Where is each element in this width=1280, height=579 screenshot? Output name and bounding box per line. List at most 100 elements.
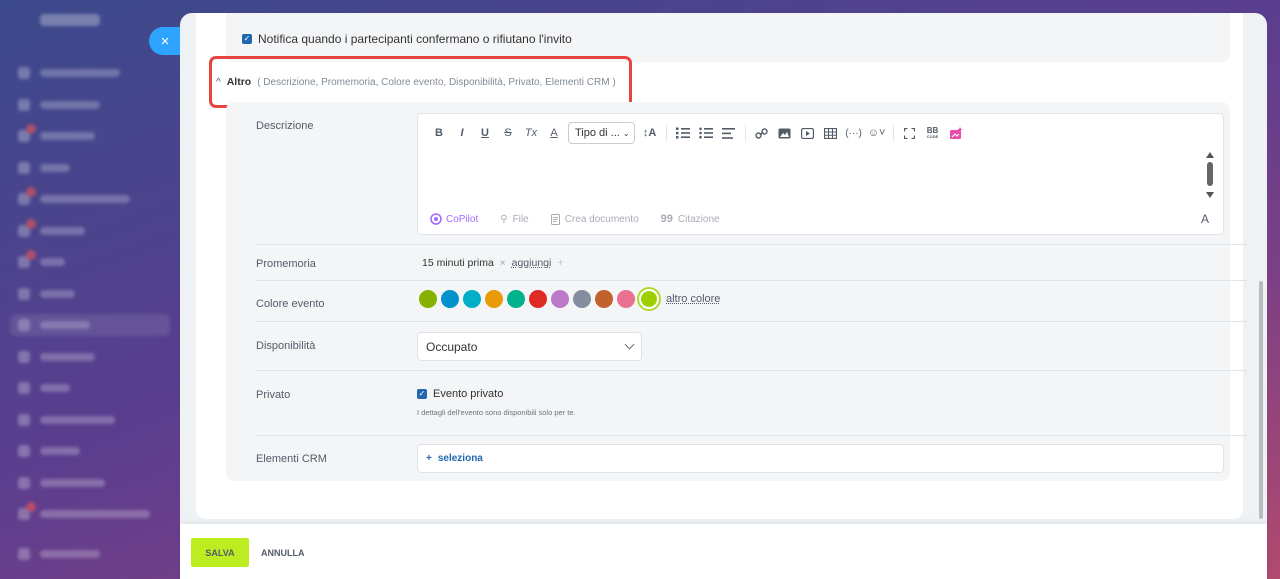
save-button[interactable]: SALVA [191,538,249,567]
color-swatch[interactable] [617,290,635,308]
divider [256,280,1247,281]
smiley-icon[interactable]: ☺˅ [868,123,886,143]
background-menu-item [18,319,90,331]
close-icon: × [160,32,170,50]
notify-label: Notifica quando i partecipanti conferman… [258,32,572,46]
copilot-icon [430,213,442,225]
file-button[interactable]: ⚲ File [500,214,528,225]
color-swatch[interactable] [573,290,591,308]
strikethrough-button[interactable]: S [499,123,517,143]
background-menu-item [18,502,150,520]
clear-format-button[interactable]: Tx [522,123,540,143]
private-checkbox-label: Evento privato [433,388,504,400]
video-icon[interactable] [799,123,817,143]
notify-participants-option[interactable]: ✓ Notifica quando i partecipanti conferm… [242,32,572,46]
color-swatch[interactable] [551,290,569,308]
quote-label: Citazione [677,213,720,225]
divider [256,244,1247,245]
close-slider-button[interactable]: × [149,27,181,55]
event-form-card: ✓ Notifica quando i partecipanti conferm… [196,13,1247,519]
altro-section-toggle[interactable]: ^ Altro ( Descrizione, Promemoria, Color… [216,76,616,88]
notify-checkbox[interactable]: ✓ [242,34,252,44]
italic-button[interactable]: I [453,123,471,143]
editor-scrollbar[interactable] [1205,152,1215,202]
create-document-button[interactable]: Crea documento [550,213,639,225]
reminder-value: 15 minuti prima [422,257,494,269]
event-color-picker: altro colore [419,289,720,309]
color-swatch[interactable] [419,290,437,308]
toolbar-toggle-button[interactable]: A [1201,212,1209,226]
availability-label: Disponibilità [256,340,316,352]
crm-select-field[interactable]: + seleziona [417,444,1224,473]
chevron-down-icon [624,339,635,350]
fullscreen-icon[interactable] [901,123,919,143]
paragraph-style-value: Tipo di ... [575,127,620,139]
create-document-label: Crea documento [564,213,639,225]
description-label: Descrizione [256,120,314,132]
color-swatch[interactable] [639,289,659,309]
paragraph-style-select[interactable]: Tipo di ... ⌄ [568,122,635,144]
image-icon[interactable] [776,123,794,143]
private-checkbox[interactable]: ✓ [417,389,427,399]
ai-image-icon[interactable] [947,123,965,143]
color-swatch[interactable] [441,290,459,308]
more-colors-link[interactable]: altro colore [666,293,720,305]
private-hint: I dettagli dell'evento sono disponibili … [417,408,576,417]
bold-button[interactable]: B [430,123,448,143]
chevron-down-icon: ⌄ [622,128,630,138]
font-color-button[interactable]: A [545,123,563,143]
divider [256,370,1247,371]
scroll-up-icon[interactable] [1206,152,1214,158]
add-reminder-link[interactable]: aggiungi [512,257,552,269]
reminder-label: Promemoria [256,258,316,270]
color-swatch[interactable] [463,290,481,308]
color-swatch[interactable] [507,290,525,308]
background-menu-item [18,187,130,205]
availability-value: Occupato [426,339,478,354]
table-icon[interactable] [822,123,840,143]
toolbar-divider [892,125,894,141]
toolbar-divider [665,125,667,141]
color-swatch[interactable] [595,290,613,308]
background-menu-item [18,477,105,489]
description-editor[interactable]: B I U S Tx A Tipo di ... ⌄ ↕A (···) ☺˅ B… [417,113,1224,235]
color-swatch[interactable] [529,290,547,308]
availability-select[interactable]: Occupato [417,332,642,361]
numbered-list-icon[interactable] [674,123,692,143]
plus-icon: + [426,453,432,464]
paperclip-icon: ⚲ [500,213,508,225]
scroll-thumb[interactable] [1207,162,1213,186]
editor-toolbar: B I U S Tx A Tipo di ... ⌄ ↕A (···) ☺˅ B… [430,122,970,144]
background-sidebar [0,0,180,579]
copilot-label: CoPilot [446,213,479,225]
underline-button[interactable]: U [476,123,494,143]
copilot-button[interactable]: CoPilot [430,213,478,225]
crm-label: Elementi CRM [256,453,327,465]
altro-section: Descrizione B I U S Tx A Tipo di ... ⌄ ↕… [226,102,1247,481]
link-icon[interactable] [753,123,771,143]
scroll-down-icon[interactable] [1206,192,1214,198]
plus-icon[interactable]: + [557,257,563,269]
reminder-field: 15 minuti prima × aggiungi + [422,257,563,269]
background-menu-item [18,250,65,268]
background-menu-item [18,414,115,426]
toolbar-divider [744,125,746,141]
crm-select-link[interactable]: seleziona [438,453,483,464]
private-label: Privato [256,389,291,401]
cancel-button[interactable]: ANNULLA [261,538,305,567]
background-menu-item [18,351,95,363]
bbcode-icon[interactable]: BB CODE [924,123,942,143]
code-icon[interactable]: (···) [845,123,863,143]
background-menu-item [18,548,100,560]
private-option[interactable]: ✓ Evento privato [417,388,503,400]
slider-scrollbar[interactable] [1259,281,1263,519]
quote-button[interactable]: 99 Citazione [661,213,720,225]
align-left-icon[interactable] [720,123,738,143]
font-size-button[interactable]: ↕A [641,123,659,143]
divider [256,321,1247,322]
bullet-list-icon[interactable] [697,123,715,143]
background-menu-item [18,219,85,237]
background-menu-item [18,67,120,79]
remove-reminder-icon[interactable]: × [500,258,506,269]
color-swatch[interactable] [485,290,503,308]
